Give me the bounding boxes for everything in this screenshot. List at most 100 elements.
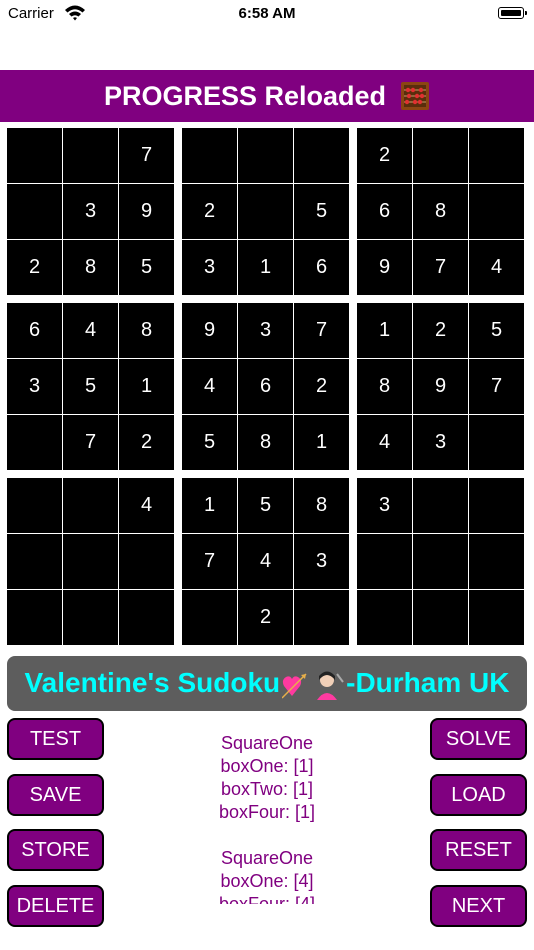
sudoku-cell[interactable]: 2: [238, 590, 293, 645]
load-button[interactable]: LOAD: [430, 774, 527, 816]
sudoku-cell[interactable]: 1: [357, 303, 412, 358]
sudoku-cell[interactable]: 3: [238, 303, 293, 358]
sudoku-cell[interactable]: [413, 590, 468, 645]
log-area[interactable]: SquareOne boxOne: [1] boxTwo: [1] boxFou…: [160, 732, 374, 904]
sudoku-cell[interactable]: 3: [63, 184, 118, 239]
sudoku-cell[interactable]: [469, 534, 524, 589]
sudoku-cell[interactable]: [294, 128, 349, 183]
sudoku-cell[interactable]: 2: [413, 303, 468, 358]
log-line: boxTwo: [1]: [220, 779, 314, 799]
banner-title: Valentine's Sudoku -Durham UK: [24, 667, 509, 700]
sudoku-cell[interactable]: [7, 128, 62, 183]
sudoku-cell[interactable]: 7: [182, 534, 237, 589]
sudoku-cell[interactable]: 2: [7, 240, 62, 295]
sudoku-cell[interactable]: 3: [182, 240, 237, 295]
sudoku-cell[interactable]: 6: [294, 240, 349, 295]
banner: Valentine's Sudoku -Durham UK: [7, 656, 527, 711]
test-button[interactable]: TEST: [7, 718, 104, 760]
sudoku-cell[interactable]: [7, 415, 62, 470]
sudoku-cell[interactable]: 4: [182, 359, 237, 414]
sudoku-cell[interactable]: 7: [413, 240, 468, 295]
log-spacer: [160, 824, 374, 847]
sudoku-cell[interactable]: 1: [294, 415, 349, 470]
sudoku-cell[interactable]: 1: [182, 478, 237, 533]
banner-left-text: Valentine's Sudoku: [24, 667, 281, 699]
heart-arrow-icon: [282, 671, 344, 700]
sudoku-cell[interactable]: 2: [119, 415, 174, 470]
next-button[interactable]: NEXT: [430, 885, 527, 927]
sudoku-cell[interactable]: [469, 590, 524, 645]
sudoku-cell[interactable]: 7: [294, 303, 349, 358]
reset-button[interactable]: RESET: [430, 829, 527, 871]
sudoku-cell[interactable]: [469, 184, 524, 239]
sudoku-cell[interactable]: [469, 478, 524, 533]
sudoku-cell[interactable]: 8: [357, 359, 412, 414]
sudoku-cell[interactable]: [63, 534, 118, 589]
sudoku-cell[interactable]: [63, 478, 118, 533]
sudoku-cell[interactable]: 4: [63, 303, 118, 358]
sudoku-cell[interactable]: [357, 590, 412, 645]
sudoku-cell[interactable]: 5: [238, 478, 293, 533]
sudoku-cell[interactable]: 3: [357, 478, 412, 533]
store-button[interactable]: STORE: [7, 829, 104, 871]
sudoku-cell[interactable]: 1: [238, 240, 293, 295]
sudoku-cell[interactable]: [119, 534, 174, 589]
title-bar: PROGRESS Reloaded: [0, 70, 534, 122]
sudoku-cell[interactable]: 4: [357, 415, 412, 470]
sudoku-cell[interactable]: 3: [294, 534, 349, 589]
sudoku-cell[interactable]: 2: [182, 184, 237, 239]
sudoku-cell[interactable]: 8: [294, 478, 349, 533]
sudoku-cell[interactable]: 3: [7, 359, 62, 414]
sudoku-cell[interactable]: 2: [294, 359, 349, 414]
sudoku-cell[interactable]: [63, 128, 118, 183]
sudoku-cell[interactable]: 1: [119, 359, 174, 414]
sudoku-cell[interactable]: 5: [469, 303, 524, 358]
sudoku-cell[interactable]: 7: [469, 359, 524, 414]
battery-icon: [498, 7, 527, 19]
solve-button[interactable]: SOLVE: [430, 718, 527, 760]
delete-button[interactable]: DELETE: [7, 885, 104, 927]
sudoku-cell[interactable]: 9: [119, 184, 174, 239]
sudoku-cell[interactable]: [413, 478, 468, 533]
sudoku-cell[interactable]: [182, 128, 237, 183]
sudoku-cell[interactable]: 3: [413, 415, 468, 470]
sudoku-cell[interactable]: 9: [182, 303, 237, 358]
sudoku-cell[interactable]: 6: [357, 184, 412, 239]
sudoku-cell[interactable]: 9: [357, 240, 412, 295]
sudoku-cell[interactable]: [469, 415, 524, 470]
sudoku-cell[interactable]: 4: [469, 240, 524, 295]
sudoku-cell[interactable]: 6: [7, 303, 62, 358]
sudoku-cell[interactable]: [469, 128, 524, 183]
sudoku-cell[interactable]: 8: [119, 303, 174, 358]
sudoku-cell[interactable]: [413, 534, 468, 589]
sudoku-cell[interactable]: 8: [63, 240, 118, 295]
sudoku-cell[interactable]: [238, 184, 293, 239]
abacus-icon: [401, 82, 430, 110]
sudoku-cell[interactable]: 7: [119, 128, 174, 183]
sudoku-cell[interactable]: [119, 590, 174, 645]
sudoku-cell[interactable]: [7, 534, 62, 589]
sudoku-cell[interactable]: 5: [119, 240, 174, 295]
sudoku-cell[interactable]: 8: [413, 184, 468, 239]
sudoku-cell[interactable]: [357, 534, 412, 589]
sudoku-cell[interactable]: 5: [182, 415, 237, 470]
sudoku-cell[interactable]: 4: [119, 478, 174, 533]
sudoku-cell[interactable]: 5: [294, 184, 349, 239]
sudoku-cell[interactable]: [63, 590, 118, 645]
sudoku-cell[interactable]: 2: [357, 128, 412, 183]
sudoku-grid: 7239256828531697464893712535146289772581…: [7, 128, 528, 650]
sudoku-cell[interactable]: [7, 478, 62, 533]
sudoku-cell[interactable]: 7: [63, 415, 118, 470]
sudoku-cell[interactable]: [413, 128, 468, 183]
sudoku-cell[interactable]: 4: [238, 534, 293, 589]
sudoku-cell[interactable]: 6: [238, 359, 293, 414]
save-button[interactable]: SAVE: [7, 774, 104, 816]
sudoku-cell[interactable]: 5: [63, 359, 118, 414]
sudoku-cell[interactable]: 9: [413, 359, 468, 414]
sudoku-cell[interactable]: [7, 184, 62, 239]
sudoku-cell[interactable]: [238, 128, 293, 183]
sudoku-cell[interactable]: 8: [238, 415, 293, 470]
sudoku-cell[interactable]: [294, 590, 349, 645]
sudoku-cell[interactable]: [182, 590, 237, 645]
sudoku-cell[interactable]: [7, 590, 62, 645]
